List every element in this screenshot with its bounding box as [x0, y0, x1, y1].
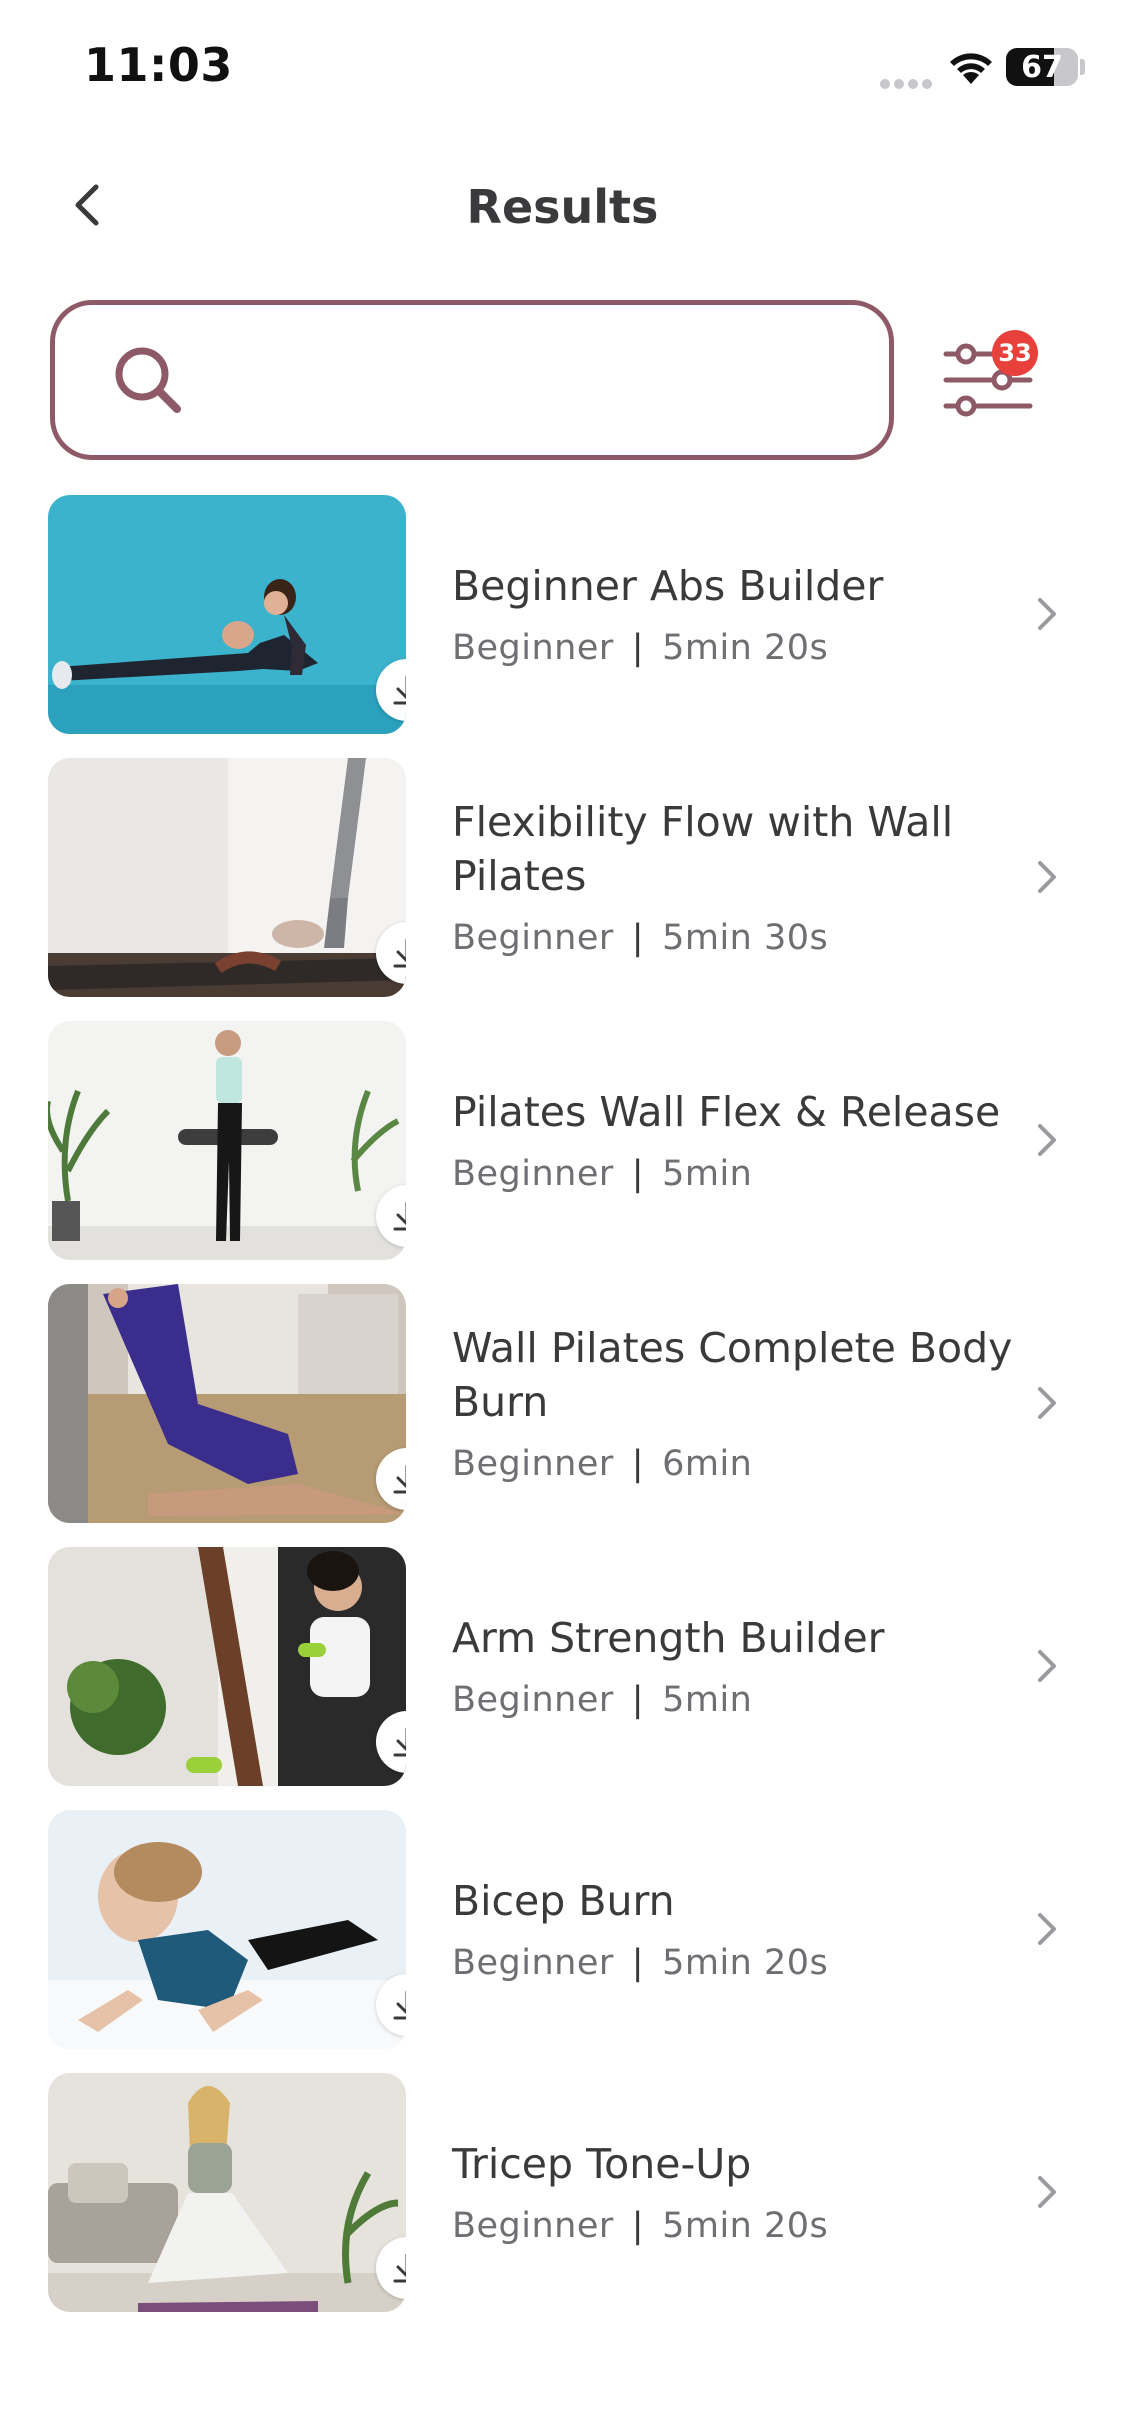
chevron-right-icon	[1038, 1650, 1056, 1682]
workout-level: Beginner	[452, 1942, 614, 1983]
workout-thumbnail	[48, 2073, 406, 2312]
search-input[interactable]	[205, 335, 869, 427]
meta-separator: |	[631, 1942, 645, 1983]
workout-row[interactable]: Beginner Abs Builder Beginner | 5min 20s	[0, 495, 1125, 758]
search-icon	[115, 347, 181, 413]
workout-thumbnail	[48, 1021, 406, 1260]
workout-level: Beginner	[452, 1443, 614, 1484]
workout-row[interactable]: Tricep Tone-Up Beginner | 5min 20s	[0, 2073, 1125, 2336]
workout-meta: Beginner | 6min	[452, 1441, 1022, 1487]
download-icon	[393, 1464, 406, 1494]
chevron-right-icon	[1038, 2176, 1056, 2208]
workout-title: Flexibility Flow with Wall Pilates	[452, 797, 954, 900]
workout-row[interactable]: Flexibility Flow with Wall Pilates Begin…	[0, 758, 1125, 1021]
battery-level: 67	[1021, 50, 1063, 85]
workout-duration: 6min	[662, 1443, 753, 1484]
workout-duration: 5min	[662, 1153, 753, 1194]
download-icon	[393, 1727, 406, 1757]
meta-separator: |	[631, 1679, 645, 1720]
workout-meta: Beginner | 5min 20s	[452, 2203, 1022, 2249]
workout-meta: Beginner | 5min 30s	[452, 915, 1022, 961]
results-list: Beginner Abs Builder Beginner | 5min 20s	[0, 495, 1125, 2336]
workout-title: Tricep Tone-Up	[452, 2139, 752, 2188]
workout-meta: Beginner | 5min	[452, 1151, 1022, 1197]
chevron-right-icon	[1038, 861, 1056, 893]
workout-title: Bicep Burn	[452, 1876, 675, 1925]
workout-duration: 5min 30s	[662, 917, 829, 958]
download-icon	[393, 1201, 406, 1231]
chevron-right-icon	[1038, 1124, 1056, 1156]
battery-icon: 67	[1006, 48, 1078, 86]
cellular-signal-icon	[880, 74, 936, 89]
workout-title: Wall Pilates Complete Body Burn	[452, 1323, 1013, 1426]
meta-separator: |	[631, 1443, 645, 1484]
chevron-right-icon	[1038, 598, 1056, 630]
workout-title: Pilates Wall Flex & Release	[452, 1087, 1001, 1136]
status-time: 11:03	[84, 38, 233, 92]
workout-meta: Beginner | 5min 20s	[452, 1940, 1022, 1986]
workout-info: Bicep Burn Beginner | 5min 20s	[452, 1810, 1022, 2049]
download-icon	[393, 2253, 406, 2283]
meta-separator: |	[631, 1153, 645, 1194]
filter-count-badge: 33	[992, 330, 1038, 376]
page-title: Results	[466, 180, 659, 234]
workout-row[interactable]: Wall Pilates Complete Body Burn Beginner…	[0, 1284, 1125, 1547]
workout-duration: 5min 20s	[662, 1942, 829, 1983]
workout-info: Tricep Tone-Up Beginner | 5min 20s	[452, 2073, 1022, 2312]
workout-thumbnail	[48, 758, 406, 997]
workout-meta: Beginner | 5min	[452, 1677, 1022, 1723]
workout-row[interactable]: Pilates Wall Flex & Release Beginner | 5mi…	[0, 1021, 1125, 1284]
workout-info: Flexibility Flow with Wall Pilates Begin…	[452, 758, 1022, 997]
workout-title: Beginner Abs Builder	[452, 561, 884, 610]
workout-level: Beginner	[452, 917, 614, 958]
chevron-right-icon	[1038, 1913, 1056, 1945]
workout-title: Arm Strength Builder	[452, 1613, 885, 1662]
download-icon	[393, 938, 406, 968]
workout-thumbnail	[48, 1284, 406, 1523]
workout-info: Wall Pilates Complete Body Burn Beginner…	[452, 1284, 1022, 1523]
workout-level: Beginner	[452, 1153, 614, 1194]
download-icon	[393, 675, 406, 705]
battery-cap	[1080, 59, 1085, 75]
workout-duration: 5min	[662, 1679, 753, 1720]
meta-separator: |	[631, 2205, 645, 2246]
meta-separator: |	[631, 917, 645, 958]
workout-info: Arm Strength Builder Beginner | 5min	[452, 1547, 1022, 1786]
workout-level: Beginner	[452, 627, 614, 668]
workout-level: Beginner	[452, 2205, 614, 2246]
status-bar: 11:03 67	[0, 0, 1125, 140]
workout-duration: 5min 20s	[662, 2205, 829, 2246]
workout-thumbnail	[48, 1810, 406, 2049]
workout-row[interactable]: Bicep Burn Beginner | 5min 20s	[0, 1810, 1125, 2073]
workout-level: Beginner	[452, 1679, 614, 1720]
workout-info: Beginner Abs Builder Beginner | 5min 20s	[452, 495, 1022, 734]
navigation-bar: Results	[0, 140, 1125, 270]
workout-info: Pilates Wall Flex & Release Beginner | 5mi…	[452, 1021, 1022, 1260]
wifi-icon	[950, 53, 992, 84]
chevron-right-icon	[1038, 1387, 1056, 1419]
meta-separator: |	[631, 627, 645, 668]
workout-duration: 5min 20s	[662, 627, 829, 668]
workout-thumbnail	[48, 495, 406, 734]
search-box[interactable]	[50, 300, 894, 460]
workout-thumbnail	[48, 1547, 406, 1786]
workout-meta: Beginner | 5min 20s	[452, 625, 1022, 671]
workout-row[interactable]: Arm Strength Builder Beginner | 5min	[0, 1547, 1125, 1810]
download-icon	[393, 1990, 406, 2020]
